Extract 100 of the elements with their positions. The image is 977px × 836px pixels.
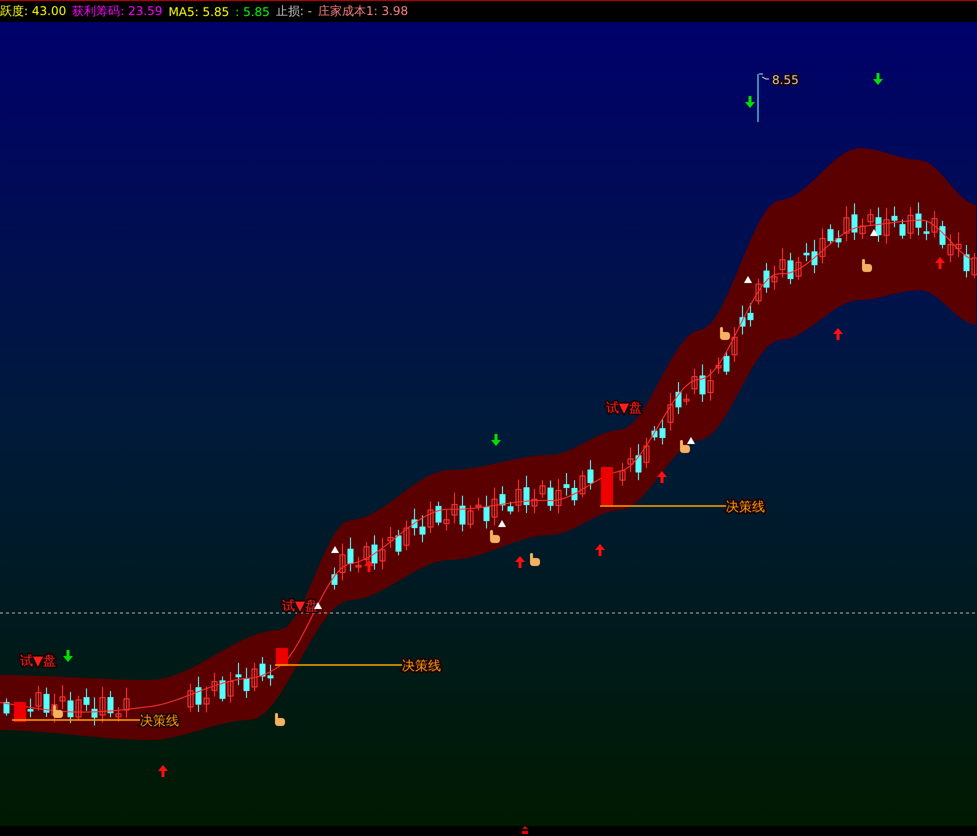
candlestick bbox=[348, 536, 354, 572]
candlestick bbox=[812, 239, 818, 274]
candlestick bbox=[388, 526, 394, 549]
candlestick bbox=[212, 672, 218, 698]
candlestick bbox=[52, 693, 58, 724]
indicator-value: 庄家成本1: 3.98 bbox=[318, 3, 408, 20]
decision-line-label: 决策线 bbox=[140, 714, 179, 729]
candlestick bbox=[28, 698, 34, 718]
candlestick bbox=[68, 691, 74, 724]
candlestick bbox=[644, 437, 650, 469]
pointing-hand-icon bbox=[530, 553, 540, 566]
candlestick bbox=[916, 202, 922, 236]
candlestick bbox=[452, 492, 458, 524]
candlestick bbox=[724, 350, 730, 376]
candlestick bbox=[236, 662, 242, 686]
candlestick bbox=[732, 326, 738, 362]
triangle-marker-icon bbox=[331, 546, 339, 553]
candlestick bbox=[60, 684, 66, 710]
candlestick bbox=[588, 460, 594, 490]
candlestick bbox=[844, 206, 850, 242]
candlestick bbox=[716, 357, 722, 374]
candlestick bbox=[820, 228, 826, 264]
up-arrow-icon bbox=[833, 328, 843, 340]
candlestick bbox=[684, 393, 690, 406]
candlestick bbox=[940, 220, 946, 249]
candlestick bbox=[396, 529, 402, 556]
candlestick bbox=[492, 487, 498, 526]
down-arrow-icon bbox=[63, 650, 73, 662]
candlestick bbox=[924, 220, 930, 241]
candlestick bbox=[108, 690, 114, 718]
candlestick bbox=[692, 368, 698, 395]
pointing-hand-icon bbox=[862, 259, 872, 272]
candlestick bbox=[548, 480, 554, 512]
candlestick bbox=[948, 234, 954, 263]
candlestick bbox=[868, 208, 874, 226]
candlestick bbox=[4, 698, 10, 716]
candlestick bbox=[676, 382, 682, 414]
indicator-value: 获利筹码: 23.59 bbox=[72, 3, 162, 20]
candlestick bbox=[44, 687, 50, 718]
up-arrow-icon bbox=[515, 556, 525, 568]
candlestick bbox=[860, 218, 866, 240]
candlestick bbox=[836, 230, 842, 248]
candlestick bbox=[36, 685, 42, 712]
candlestick bbox=[900, 219, 906, 240]
down-arrow-icon bbox=[491, 434, 501, 446]
decision-line-label: 决策线 bbox=[402, 659, 441, 674]
candlestick bbox=[884, 207, 890, 244]
candlestick bbox=[252, 662, 258, 692]
candlestick bbox=[636, 444, 642, 481]
candlestick bbox=[628, 446, 634, 473]
candlestick bbox=[268, 664, 274, 686]
candlestick bbox=[332, 566, 338, 590]
candlestick bbox=[228, 672, 234, 704]
candlestick bbox=[700, 364, 706, 402]
down-arrow-icon bbox=[745, 96, 755, 108]
candlestick bbox=[956, 232, 962, 258]
candlestick bbox=[444, 510, 450, 531]
candlestick bbox=[116, 706, 122, 722]
candlestick bbox=[964, 244, 970, 278]
candlestick bbox=[572, 480, 578, 506]
candlestick bbox=[124, 687, 130, 718]
candlestick bbox=[404, 520, 410, 551]
candlestick bbox=[540, 480, 546, 498]
candlestick bbox=[828, 224, 834, 245]
candlestick bbox=[892, 206, 898, 228]
candlestick bbox=[204, 686, 210, 713]
candlestick bbox=[196, 676, 202, 712]
candlestick bbox=[652, 425, 658, 442]
candlestick bbox=[412, 508, 418, 536]
pointing-hand-icon bbox=[720, 327, 730, 340]
candlestick bbox=[908, 206, 914, 240]
up-arrow-icon bbox=[595, 544, 605, 556]
candlestick bbox=[660, 418, 666, 445]
candlestick bbox=[532, 488, 538, 514]
candlestick bbox=[460, 495, 466, 532]
candlestick bbox=[772, 265, 778, 290]
candlestick bbox=[796, 256, 802, 281]
signal-bar bbox=[14, 702, 26, 722]
candlestick bbox=[468, 504, 474, 529]
signal-label: 试▼盘 bbox=[20, 654, 56, 669]
candlestick bbox=[260, 656, 266, 682]
triangle-marker-icon bbox=[744, 276, 752, 283]
decision-line-label: 决策线 bbox=[726, 500, 765, 515]
marker-icon bbox=[520, 826, 528, 835]
candlestick bbox=[428, 501, 434, 534]
candlestick bbox=[932, 210, 938, 238]
candlestick bbox=[708, 368, 714, 402]
candlestick bbox=[516, 479, 522, 513]
pointing-hand-icon bbox=[680, 440, 690, 453]
pointing-hand-icon bbox=[490, 530, 500, 543]
candlestick bbox=[244, 667, 250, 699]
down-arrow-icon bbox=[873, 73, 883, 85]
up-arrow-icon bbox=[158, 765, 168, 777]
candlestick bbox=[668, 392, 674, 432]
signal-label: 试▼盘 bbox=[606, 401, 642, 416]
pointing-hand-icon bbox=[275, 713, 285, 726]
candlestick bbox=[436, 501, 442, 526]
candlestick bbox=[364, 542, 370, 564]
candlestick bbox=[564, 472, 570, 496]
triangle-marker-icon bbox=[687, 437, 695, 444]
